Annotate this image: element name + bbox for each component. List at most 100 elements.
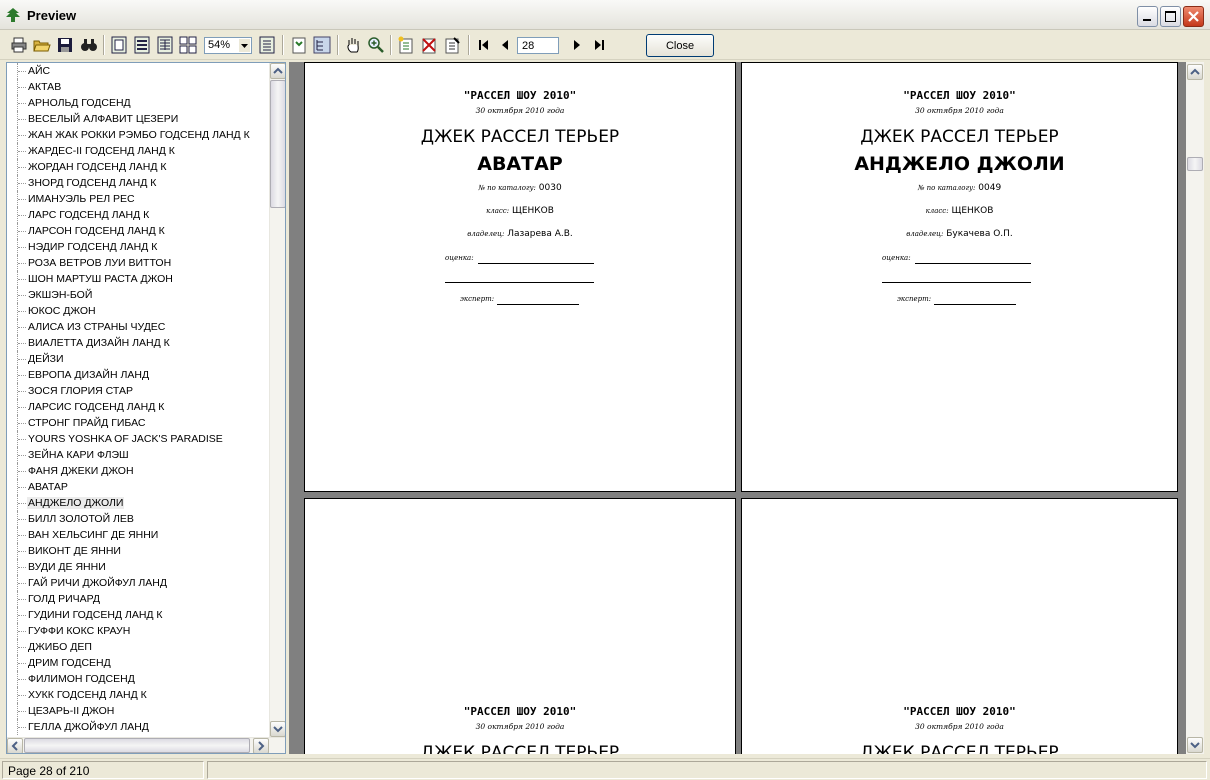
tree-item[interactable]: АНДЖЕЛО ДЖОЛИ — [7, 495, 271, 511]
hand-tool-button[interactable] — [344, 36, 362, 54]
tree-item[interactable]: ЦЕЗАРЬ-II ДЖОН — [7, 703, 271, 719]
minimize-button[interactable] — [1137, 6, 1158, 27]
tree-item[interactable]: ЖАН ЖАК РОККИ РЭМБО ГОДСЕНД ЛАНД К — [7, 127, 271, 143]
tree-item[interactable]: ВИКОНТ ДЕ ЯННИ — [7, 543, 271, 559]
tree-item[interactable]: ЛАРС ГОДСЕНД ЛАНД К — [7, 207, 271, 223]
delete-page-button[interactable] — [420, 36, 438, 54]
tree-item[interactable]: ИМАНУЭЛЬ РЕЛ РЕС — [7, 191, 271, 207]
next-page-button[interactable] — [567, 36, 585, 54]
close-button[interactable]: Close — [646, 34, 714, 57]
tree-item[interactable]: ЮКОС ДЖОН — [7, 303, 271, 319]
tree-connector — [17, 703, 26, 719]
tree-item[interactable]: ДЖИБО ДЕП — [7, 639, 271, 655]
multi-page-button[interactable] — [179, 36, 197, 54]
tree-item[interactable]: ФАНЯ ДЖЕКИ ДЖОН — [7, 463, 271, 479]
chevron-down-icon — [273, 726, 283, 733]
tree-vertical-scrollbar[interactable] — [269, 63, 285, 737]
tree-item[interactable]: НЭДИР ГОДСЕНД ЛАНД К — [7, 239, 271, 255]
preview-page[interactable]: "РАССЕЛ ШОУ 2010" 30 октября 2010 года ДЖЕ… — [304, 498, 736, 754]
tree-item[interactable]: ЖАРДЕС-II ГОДСЕНД ЛАНД К — [7, 143, 271, 159]
tree-horizontal-scrollbar[interactable] — [7, 737, 285, 753]
preview-area[interactable]: "РАССЕЛ ШОУ 2010" 30 октября 2010 года ДЖЕ… — [289, 62, 1186, 754]
scroll-down-button[interactable] — [270, 721, 285, 737]
first-page-button[interactable] — [475, 36, 493, 54]
page-number-input[interactable]: 28 — [517, 37, 559, 54]
tree-item[interactable]: АЛИСА ИЗ СТРАНЫ ЧУДЕС — [7, 319, 271, 335]
tree-item[interactable]: ЛАРСИС ГОДСЕНД ЛАНД К — [7, 399, 271, 415]
tree-item[interactable]: ГОЛД РИЧАРД — [7, 591, 271, 607]
dog-name: АВАТАР — [477, 153, 563, 175]
add-page-button[interactable] — [397, 36, 415, 54]
tree-item[interactable]: АРНОЛЬД ГОДСЕНД — [7, 95, 271, 111]
preview-page[interactable]: "РАССЕЛ ШОУ 2010" 30 октября 2010 года ДЖЕ… — [741, 498, 1178, 754]
tree-item[interactable]: ЛАРСОН ГОДСЕНД ЛАНД К — [7, 223, 271, 239]
tree-toggle-button[interactable] — [313, 36, 331, 54]
tree-item[interactable]: АВАТАР — [7, 479, 271, 495]
tree-item[interactable]: ДРИМ ГОДСЕНД — [7, 655, 271, 671]
preview-scroll-up-button[interactable] — [1187, 64, 1203, 80]
tree-connector — [17, 95, 26, 111]
preview-scroll-down-button[interactable] — [1187, 737, 1203, 753]
page-setup-button[interactable] — [258, 36, 276, 54]
show-date: 30 октября 2010 года — [475, 106, 565, 115]
tree-item[interactable]: ЗОСЯ ГЛОРИЯ СТАР — [7, 383, 271, 399]
tree-scroll-thumb[interactable] — [270, 80, 285, 208]
preview-vertical-scrollbar[interactable] — [1186, 62, 1204, 754]
close-window-button[interactable] — [1183, 6, 1204, 27]
tree-item-label: ВАН ХЕЛЬСИНГ ДЕ ЯННИ — [28, 529, 159, 541]
open-button[interactable] — [33, 36, 51, 54]
outline-button[interactable] — [290, 36, 308, 54]
scroll-left-button[interactable] — [7, 738, 23, 753]
tree-connector — [17, 399, 26, 415]
preview-scroll-thumb[interactable] — [1187, 157, 1203, 171]
edit-page-button[interactable] — [443, 36, 461, 54]
tree-item-label: ЛАРСИС ГОДСЕНД ЛАНД К — [28, 401, 165, 413]
print-button[interactable] — [10, 36, 28, 54]
tree-item[interactable]: ГУДИНИ ГОДСЕНД ЛАНД К — [7, 607, 271, 623]
tree-item[interactable]: ГЕЛЛА ДЖОЙФУЛ ЛАНД — [7, 719, 271, 735]
tree-item[interactable]: АКТАВ — [7, 79, 271, 95]
tree-item[interactable]: ШОН МАРТУШ РАСТА ДЖОН — [7, 271, 271, 287]
tree-item[interactable]: ДЕЙЗИ — [7, 351, 271, 367]
show-title: "РАССЕЛ ШОУ 2010" — [463, 705, 577, 718]
tree-item[interactable]: ЭКШЭН-БОЙ — [7, 287, 271, 303]
add-page-icon — [398, 36, 413, 54]
preview-page[interactable]: "РАССЕЛ ШОУ 2010" 30 октября 2010 года ДЖЕ… — [741, 62, 1178, 492]
tree-item[interactable]: ХУКК ГОДСЕНД ЛАНД К — [7, 687, 271, 703]
scroll-right-button[interactable] — [253, 738, 269, 753]
tree-item[interactable]: ЖОРДАН ГОДСЕНД ЛАНД К — [7, 159, 271, 175]
find-button[interactable] — [80, 36, 98, 54]
zoom-in-button[interactable] — [367, 36, 385, 54]
tree-item[interactable]: БИЛЛ ЗОЛОТОЙ ЛЕВ — [7, 511, 271, 527]
tree-item[interactable]: РОЗА ВЕТРОВ ЛУИ ВИТТОН — [7, 255, 271, 271]
tree-item[interactable]: ГУФФИ КОКС КРАУН — [7, 623, 271, 639]
tree-item[interactable]: ВЕСЕЛЫЙ АЛФАВИТ ЦЕЗЕРИ — [7, 111, 271, 127]
tree-item[interactable]: ФИЛИМОН ГОДСЕНД — [7, 671, 271, 687]
tree-item[interactable]: ЕВРОПА ДИЗАЙН ЛАНД — [7, 367, 271, 383]
four-pages-button[interactable] — [156, 36, 174, 54]
tree-item[interactable]: ЗНОРД ГОДСЕНД ЛАНД К — [7, 175, 271, 191]
tree-item[interactable]: ВАН ХЕЛЬСИНГ ДЕ ЯННИ — [7, 527, 271, 543]
tree-connector — [17, 367, 26, 383]
tree-item-label: ВЕСЕЛЫЙ АЛФАВИТ ЦЕЗЕРИ — [28, 113, 179, 125]
zoom-select[interactable]: 54% — [204, 37, 252, 54]
last-page-button[interactable] — [590, 36, 608, 54]
tree-item[interactable]: YOURS YOSHKA OF JACK'S PARADISE — [7, 431, 271, 447]
save-button[interactable] — [56, 36, 74, 54]
tree-item[interactable]: ВИАЛЕТТА ДИЗАЙН ЛАНД К — [7, 335, 271, 351]
show-title: "РАССЕЛ ШОУ 2010" — [903, 705, 1016, 718]
maximize-button[interactable] — [1160, 6, 1181, 27]
two-pages-button[interactable] — [133, 36, 151, 54]
tree-hscroll-thumb[interactable] — [24, 738, 250, 753]
zoom-value: 54% — [208, 39, 231, 51]
one-page-button[interactable] — [110, 36, 128, 54]
preview-page[interactable]: "РАССЕЛ ШОУ 2010" 30 октября 2010 года ДЖЕ… — [304, 62, 736, 492]
prev-page-button[interactable] — [497, 36, 515, 54]
tree-item[interactable]: СТРОНГ ПРАЙД ГИБАС — [7, 415, 271, 431]
tree-item[interactable]: ЗЕЙНА КАРИ ФЛЭШ — [7, 447, 271, 463]
minimize-icon — [1143, 19, 1151, 21]
tree-item[interactable]: ВУДИ ДЕ ЯННИ — [7, 559, 271, 575]
tree-item[interactable]: АЙС — [7, 63, 271, 79]
scroll-up-button[interactable] — [270, 63, 285, 79]
tree-item[interactable]: ГАЙ РИЧИ ДЖОЙФУЛ ЛАНД — [7, 575, 271, 591]
